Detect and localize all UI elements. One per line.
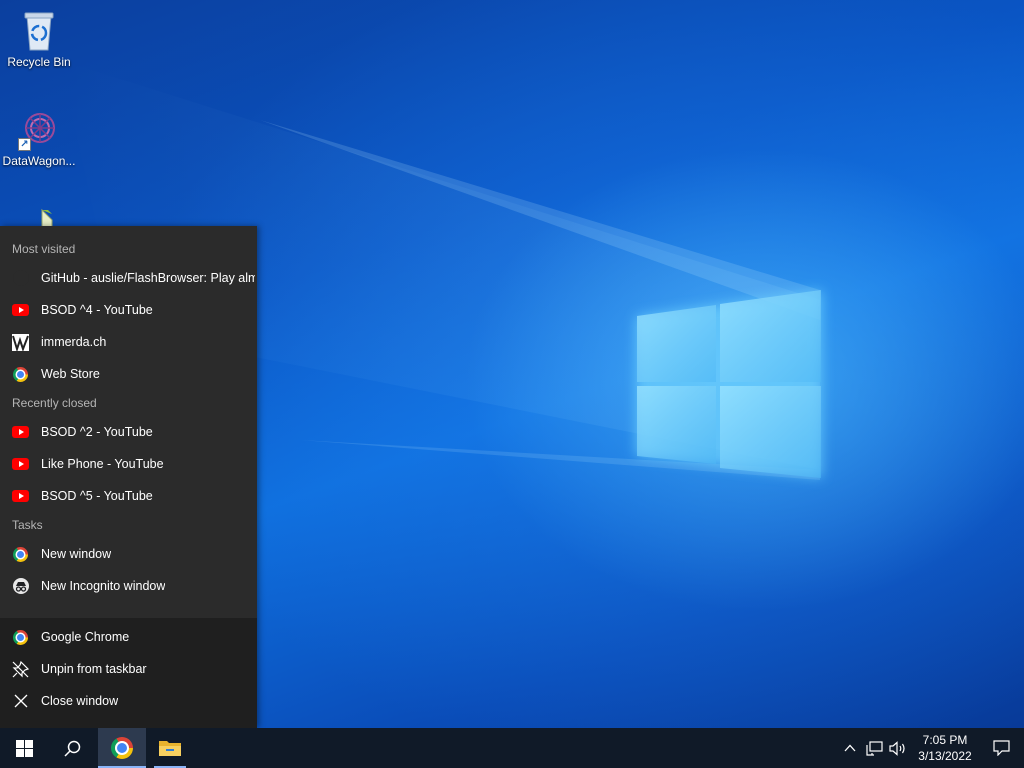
jump-item-label: New window <box>41 547 112 561</box>
desktop-icon-label: Recycle Bin <box>7 55 71 69</box>
most-visited-header: Most visited <box>12 242 76 256</box>
desktop-icon-datawagon[interactable]: ↗ DataWagon... <box>1 107 77 168</box>
recycle-bin-icon <box>18 8 60 52</box>
jump-item-label: Google Chrome <box>41 630 130 644</box>
folder-icon <box>159 741 181 756</box>
clock-time: 7:05 PM <box>922 733 968 747</box>
recently-closed-item-bsod5[interactable]: BSOD ^5 - YouTube <box>0 480 257 512</box>
speaker-icon <box>889 740 905 756</box>
most-visited-item-bsod4[interactable]: BSOD ^4 - YouTube <box>0 294 257 326</box>
chrome-icon <box>12 366 29 383</box>
jump-item-label: immerda.ch <box>41 335 107 349</box>
unpin-icon <box>12 660 29 678</box>
jump-item-label: BSOD ^4 - YouTube <box>41 303 153 317</box>
most-visited-item-web-store[interactable]: Web Store <box>0 358 257 390</box>
jump-item-label: Unpin from taskbar <box>41 662 147 676</box>
clock-date: 3/13/2022 <box>918 749 972 763</box>
volume-button[interactable] <box>886 728 910 768</box>
jump-item-label: GitHub - auslie/FlashBrowser: Play alm..… <box>41 271 255 285</box>
jump-item-label: New Incognito window <box>41 579 166 593</box>
action-unpin-from-taskbar[interactable]: Unpin from taskbar <box>0 653 257 685</box>
jump-list-recent-section: Most visited GitHub - auslie/FlashBrowse… <box>0 226 257 618</box>
chrome-icon <box>12 546 29 563</box>
youtube-icon <box>12 424 29 441</box>
jump-list-actions-section: Google Chrome Unpin from taskbar Close w… <box>0 618 257 728</box>
network-button[interactable] <box>862 728 886 768</box>
action-open-google-chrome[interactable]: Google Chrome <box>0 621 257 653</box>
network-icon <box>865 740 883 756</box>
chevron-up-icon <box>844 744 856 752</box>
windows-logo-icon <box>15 739 33 757</box>
start-button[interactable] <box>0 728 48 768</box>
chrome-jump-list: Most visited GitHub - auslie/FlashBrowse… <box>0 226 257 728</box>
action-close-window[interactable]: Close window <box>0 685 257 717</box>
close-icon <box>12 693 29 710</box>
jump-item-label: Web Store <box>41 367 100 381</box>
taskbar-chrome-button[interactable] <box>98 728 146 768</box>
most-visited-item-github[interactable]: GitHub - auslie/FlashBrowser: Play alm..… <box>0 262 257 294</box>
recently-closed-item-like-phone[interactable]: Like Phone - YouTube <box>0 448 257 480</box>
jump-item-label: BSOD ^5 - YouTube <box>41 489 153 503</box>
jump-item-label: BSOD ^2 - YouTube <box>41 425 153 439</box>
youtube-icon <box>12 456 29 473</box>
desktop-icon-label: DataWagon... <box>2 154 76 168</box>
recently-closed-item-bsod2[interactable]: BSOD ^2 - YouTube <box>0 416 257 448</box>
jump-item-label: Close window <box>41 694 119 708</box>
github-icon <box>12 270 29 287</box>
task-new-incognito-window[interactable]: New Incognito window <box>0 570 257 602</box>
system-tray: 7:05 PM 3/13/2022 <box>838 728 1024 768</box>
tasks-header: Tasks <box>12 518 43 532</box>
taskbar: 7:05 PM 3/13/2022 <box>0 728 1024 768</box>
youtube-icon <box>12 488 29 505</box>
taskbar-file-explorer-button[interactable] <box>146 728 194 768</box>
recently-closed-header: Recently closed <box>12 396 97 410</box>
task-new-window[interactable]: New window <box>0 538 257 570</box>
search-icon <box>63 740 80 757</box>
most-visited-item-immerda[interactable]: immerda.ch <box>0 326 257 358</box>
notification-icon <box>992 740 1010 756</box>
action-center-button[interactable] <box>978 728 1024 768</box>
desktop-icon-recycle-bin[interactable]: Recycle Bin <box>1 8 77 69</box>
shortcut-arrow-icon: ↗ <box>18 138 31 151</box>
incognito-icon <box>12 578 29 595</box>
chrome-icon <box>111 737 133 759</box>
jump-item-label: Like Phone - YouTube <box>41 457 164 471</box>
search-button[interactable] <box>48 728 96 768</box>
datawagon-icon: ↗ <box>18 107 60 151</box>
show-hidden-icons-button[interactable] <box>838 728 862 768</box>
clock[interactable]: 7:05 PM 3/13/2022 <box>912 732 978 764</box>
chrome-icon <box>12 629 29 646</box>
immerda-icon <box>12 333 29 351</box>
youtube-icon <box>12 302 29 319</box>
